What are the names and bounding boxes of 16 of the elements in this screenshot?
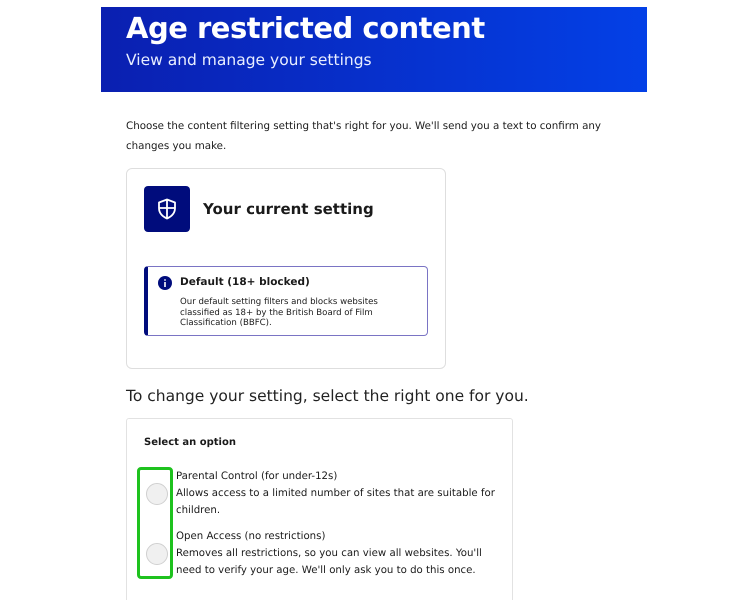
notice-title: Default (18+ blocked) — [180, 276, 311, 288]
notice-text: Our default setting filters and blocks websites classified as 18+ by the British Board of Film Classification (BBFC). — [180, 297, 379, 328]
card-title: Your current setting — [203, 200, 374, 218]
option-description: Allows access to a limited number of sites that are suitable for children. — [176, 487, 495, 518]
info-icon — [158, 276, 172, 290]
option-label: Parental Control (for under-12s) — [176, 470, 338, 484]
change-heading: To change your setting, select the right one for you. — [126, 387, 530, 405]
page-title: Age restricted content — [126, 11, 486, 45]
radio-button[interactable] — [146, 542, 168, 564]
page-subtitle: View and manage your settings — [126, 51, 373, 69]
option-label: Open Access (no restrictions) — [176, 530, 326, 544]
option-description: Removes all restrictions, so you can view all websites. You'll need to verify your age. We'll only ask you to do this once. — [176, 547, 483, 578]
intro-text: Choose the content filtering setting that's right for you. We'll send you a text to confirm any changes you make. — [126, 119, 602, 154]
options-legend: Select an option — [144, 437, 495, 448]
shield-icon — [144, 186, 190, 232]
radio-button[interactable] — [146, 482, 168, 504]
